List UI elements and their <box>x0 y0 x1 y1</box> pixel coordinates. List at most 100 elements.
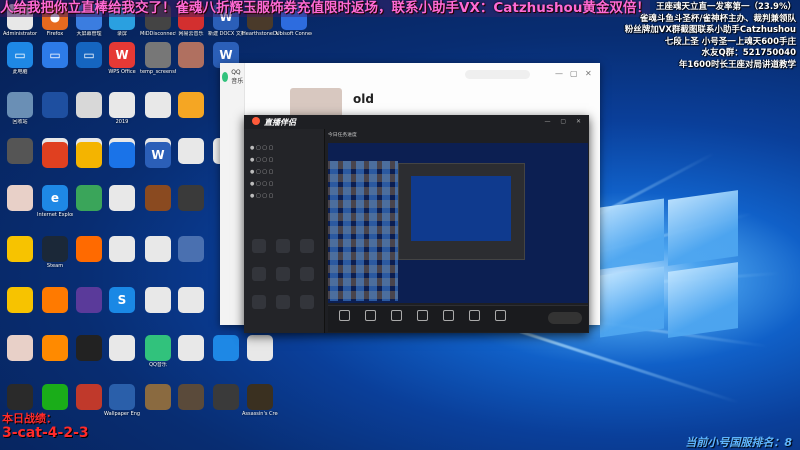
desktop-icon[interactable]: ▭ 此电脑 <box>2 42 38 75</box>
tool-icon[interactable] <box>300 267 314 281</box>
desktop-icon[interactable] <box>2 287 38 314</box>
tool-icon[interactable] <box>252 295 266 309</box>
desktop-icon[interactable] <box>104 185 140 212</box>
desktop-icon[interactable]: 2019 <box>104 92 140 125</box>
source-item[interactable]: ● ▢ ▢ ▢ <box>250 169 273 175</box>
playlist-title: old <box>353 92 374 106</box>
desktop-icon[interactable] <box>71 287 107 314</box>
tool-icon[interactable] <box>300 239 314 253</box>
desktop-icon[interactable]: ▭ <box>37 42 73 69</box>
desktop-icon[interactable]: eInternet Explorer <box>37 185 73 218</box>
start-live-button[interactable] <box>548 312 582 324</box>
app-icon <box>109 384 135 410</box>
tool-icon[interactable] <box>300 295 314 309</box>
desktop-icon[interactable] <box>37 335 73 362</box>
app-icon <box>145 185 171 211</box>
task-progress[interactable]: 今日任务进度 <box>328 131 357 141</box>
desktop-icon[interactable] <box>140 92 176 119</box>
desktop-icon[interactable] <box>173 335 209 362</box>
desktop-icon[interactable] <box>173 287 209 314</box>
desktop-icon[interactable] <box>71 185 107 212</box>
desktop-icon[interactable]: 回收站 <box>2 92 38 125</box>
toolbar-button[interactable] <box>358 310 382 321</box>
desktop-icon[interactable] <box>37 92 73 119</box>
desktop-icon[interactable] <box>104 335 140 362</box>
source-item[interactable]: ● ▢ ▢ ▢ <box>250 145 273 151</box>
source-item[interactable]: ● ▢ ▢ ▢ <box>250 181 273 187</box>
tool-icon[interactable] <box>276 239 290 253</box>
minimize-icon[interactable]: — <box>555 69 563 78</box>
desktop-icon[interactable] <box>173 138 209 165</box>
desktop-icon[interactable]: S <box>104 287 140 314</box>
daily-record: 本日战绩： 3-cat-4-2-3 <box>2 412 89 441</box>
tool-icon[interactable] <box>252 267 266 281</box>
app-icon <box>145 42 171 68</box>
desktop-icon[interactable] <box>71 335 107 362</box>
desktop-icon[interactable] <box>2 335 38 362</box>
toolbar-button[interactable] <box>384 310 408 321</box>
desktop-icon[interactable] <box>208 335 244 362</box>
live-helper-window[interactable]: 直播伴侣 — ▢ ✕ ● ▢ ▢ ▢ ● ▢ ▢ ▢ ● ▢ ▢ ▢ ● ▢ ▢… <box>244 115 589 333</box>
overlay-line: 年1600时长王座对局讲道教学 <box>678 59 796 70</box>
desktop-icon[interactable]: Assassin's Creed Odyssey <box>242 384 278 417</box>
desktop-icon[interactable] <box>2 236 38 263</box>
app-icon <box>178 236 204 262</box>
desktop-icon[interactable] <box>140 236 176 263</box>
desktop-icon[interactable]: Wallpaper Engine <box>104 384 140 417</box>
preview-desktop-icons <box>328 161 398 301</box>
desktop-icon[interactable] <box>140 384 176 411</box>
tool-icon[interactable] <box>276 267 290 281</box>
desktop-icon[interactable] <box>173 92 209 119</box>
app-icon <box>76 384 102 410</box>
desktop-icon[interactable] <box>71 384 107 411</box>
desktop-icon[interactable] <box>173 185 209 212</box>
desktop-icon[interactable] <box>71 236 107 263</box>
desktop-icon[interactable] <box>2 384 38 411</box>
scene-panel: ● ▢ ▢ ▢ ● ▢ ▢ ▢ ● ▢ ▢ ▢ ● ▢ ▢ ▢ ● ▢ ▢ ▢ <box>244 129 325 333</box>
tool-icon[interactable] <box>252 239 266 253</box>
desktop-icon[interactable] <box>104 142 140 169</box>
toolbar-button[interactable] <box>436 310 460 321</box>
app-icon <box>247 384 273 410</box>
desktop-icon[interactable] <box>2 185 38 212</box>
desktop-icon[interactable] <box>37 384 73 411</box>
desktop-icon[interactable] <box>37 287 73 314</box>
toolbar-button[interactable] <box>462 310 486 321</box>
app-icon: ▭ <box>7 42 33 68</box>
desktop-icon[interactable] <box>71 142 107 169</box>
app-icon <box>7 138 33 164</box>
desktop-icon[interactable]: Steam <box>37 236 73 269</box>
desktop-icon[interactable] <box>37 142 73 169</box>
desktop-icon-label: Wallpaper Engine <box>104 411 140 417</box>
app-icon <box>7 236 33 262</box>
desktop-icon[interactable]: ▭ <box>71 42 107 69</box>
desktop-icon[interactable] <box>2 138 38 165</box>
desktop-icon[interactable]: QQ音乐 <box>140 335 176 368</box>
desktop-icon[interactable]: temp_screenshot <box>140 42 176 75</box>
desktop-icon[interactable] <box>140 287 176 314</box>
toolbar-button[interactable] <box>332 310 356 321</box>
desktop-icon[interactable] <box>71 92 107 119</box>
source-item[interactable]: ● ▢ ▢ ▢ <box>250 193 273 199</box>
toolbar-button[interactable] <box>488 310 512 321</box>
maximize-icon[interactable]: ▢ <box>570 69 578 78</box>
window-controls[interactable]: — ▢ ✕ <box>544 118 585 125</box>
desktop-icon[interactable] <box>173 384 209 411</box>
desktop-icon[interactable] <box>104 236 140 263</box>
desktop-icon[interactable] <box>208 384 244 411</box>
desktop-icon[interactable]: W WPS Office <box>104 42 140 75</box>
tool-icon[interactable] <box>276 295 290 309</box>
desktop-icon[interactable] <box>140 185 176 212</box>
preview-nested-desktop <box>411 176 511 241</box>
app-icon <box>178 335 204 361</box>
desktop-icon[interactable] <box>173 236 209 263</box>
desktop-icon[interactable] <box>173 42 209 69</box>
app-icon <box>76 236 102 262</box>
desktop-icon[interactable]: W <box>140 142 176 169</box>
source-item[interactable]: ● ▢ ▢ ▢ <box>250 157 273 163</box>
app-icon: S <box>109 287 135 313</box>
toolbar-button[interactable] <box>410 310 434 321</box>
qq-search-input[interactable] <box>465 70 530 79</box>
close-icon[interactable]: ✕ <box>585 69 592 78</box>
desktop-icon[interactable] <box>242 335 278 362</box>
